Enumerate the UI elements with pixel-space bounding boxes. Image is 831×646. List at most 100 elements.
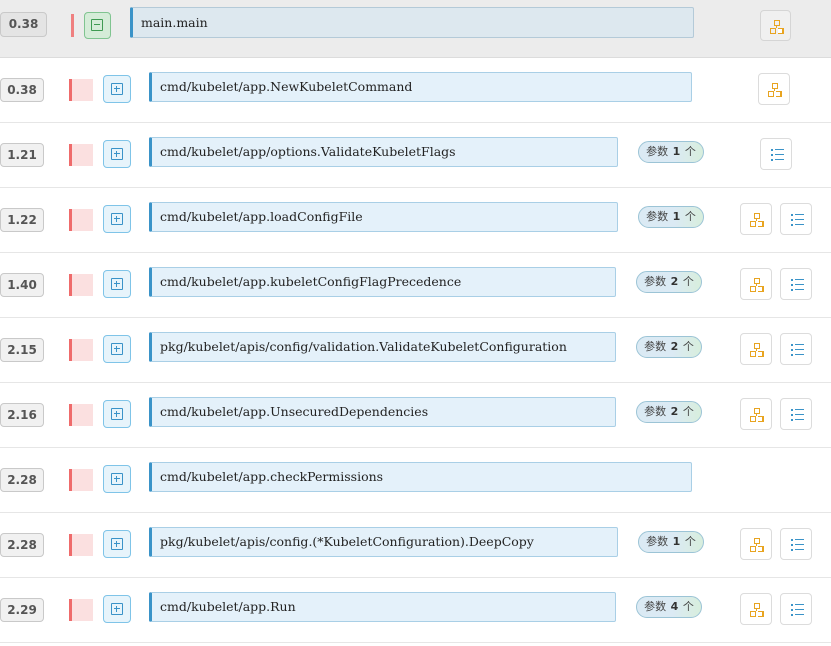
sitemap-icon (756, 348, 757, 351)
list-icon (791, 549, 793, 551)
param-count-badge[interactable]: 参数 4 个 (636, 596, 702, 618)
list-icon (791, 414, 793, 416)
call-tree-button[interactable] (740, 203, 772, 235)
call-row[interactable]: 1.22 cmd/kubelet/app.loadConfigFile 参数 1 个 (0, 188, 831, 253)
call-row[interactable]: 1.21 cmd/kubelet/app/options.ValidateKube… (0, 123, 831, 188)
elapsed-time-badge: 2.29 (0, 598, 44, 622)
function-name[interactable]: cmd/kubelet/app.checkPermissions (149, 462, 692, 492)
collapse-button[interactable] (84, 12, 111, 39)
list-line (795, 614, 804, 615)
sitemap-icon (774, 88, 775, 91)
list-icon (791, 224, 793, 226)
minus-square-icon (91, 19, 103, 31)
call-tree-button[interactable] (740, 333, 772, 365)
function-name[interactable]: cmd/kubelet/app.UnsecuredDependencies (149, 397, 616, 427)
call-row[interactable]: 0.38 cmd/kubelet/app.NewKubeletCommand (0, 58, 831, 123)
duration-marker (71, 14, 74, 37)
param-count-badge[interactable]: 参数 1 个 (638, 531, 704, 553)
duration-marker (69, 144, 93, 166)
plus-square-icon (111, 473, 123, 485)
list-icon (791, 544, 793, 546)
expand-button[interactable] (103, 530, 131, 558)
elapsed-time-badge: 2.28 (0, 468, 44, 492)
expand-button[interactable] (103, 595, 131, 623)
expand-button[interactable] (103, 270, 131, 298)
call-tree-button[interactable] (760, 10, 791, 41)
call-tree-button[interactable] (740, 398, 772, 430)
param-label: 参数 (644, 340, 670, 353)
function-name[interactable]: cmd/kubelet/app.loadConfigFile (149, 202, 618, 232)
param-unit: 个 (679, 405, 694, 418)
detail-button[interactable] (780, 333, 812, 365)
list-line (795, 344, 804, 345)
elapsed-time-badge: 2.16 (0, 403, 44, 427)
param-label: 参数 (644, 405, 670, 418)
call-row[interactable]: 2.29 cmd/kubelet/app.Run 参数 4 个 (0, 578, 831, 643)
list-line (795, 409, 804, 410)
plus-square-icon (111, 538, 123, 550)
call-tree-button[interactable] (740, 528, 772, 560)
detail-button[interactable] (760, 138, 792, 170)
call-tree-button[interactable] (740, 593, 772, 625)
expand-button[interactable] (103, 465, 131, 493)
param-count-badge[interactable]: 参数 2 个 (636, 336, 702, 358)
param-count: 1 (672, 145, 681, 158)
elapsed-time-badge: 2.28 (0, 533, 44, 557)
sitemap-icon (756, 413, 757, 416)
list-line (795, 604, 804, 605)
expand-button[interactable] (103, 205, 131, 233)
call-row[interactable]: 2.16 cmd/kubelet/app.UnsecuredDependencie… (0, 383, 831, 448)
function-name[interactable]: cmd/kubelet/app.NewKubeletCommand (149, 72, 692, 102)
call-row[interactable]: 1.40 cmd/kubelet/app.kubeletConfigFlagPre… (0, 253, 831, 318)
param-count-badge[interactable]: 参数 2 个 (636, 401, 702, 423)
function-name[interactable]: cmd/kubelet/app.Run (149, 592, 616, 622)
sitemap-icon (756, 543, 757, 546)
list-line (795, 419, 804, 420)
detail-button[interactable] (780, 593, 812, 625)
param-count-badge[interactable]: 参数 1 个 (638, 206, 704, 228)
list-icon (771, 154, 773, 156)
call-row[interactable]: 2.15 pkg/kubelet/apis/config/validation.V… (0, 318, 831, 383)
param-count-badge[interactable]: 参数 1 个 (638, 141, 704, 163)
call-row[interactable]: 2.28 pkg/kubelet/apis/config.(*KubeletCon… (0, 513, 831, 578)
function-name[interactable]: pkg/kubelet/apis/config.(*KubeletConfigu… (149, 527, 618, 557)
param-unit: 个 (679, 340, 694, 353)
duration-marker (69, 274, 93, 296)
list-icon (791, 214, 793, 216)
list-line (775, 159, 784, 160)
sitemap-icon (756, 608, 757, 611)
duration-marker (69, 404, 93, 426)
list-icon (791, 279, 793, 281)
param-unit: 个 (679, 275, 694, 288)
expand-button[interactable] (103, 75, 131, 103)
list-icon (791, 409, 793, 411)
expand-button[interactable] (103, 400, 131, 428)
expand-button[interactable] (103, 335, 131, 363)
call-row[interactable]: 2.28 cmd/kubelet/app.checkPermissions (0, 448, 831, 513)
duration-marker (69, 339, 93, 361)
function-name[interactable]: cmd/kubelet/app/options.ValidateKubeletF… (149, 137, 618, 167)
function-name[interactable]: pkg/kubelet/apis/config/validation.Valid… (149, 332, 616, 362)
list-line (795, 214, 804, 215)
call-row[interactable]: 0.38 main.main (0, 0, 831, 58)
call-tree-button[interactable] (758, 73, 790, 105)
elapsed-time-badge: 1.22 (0, 208, 44, 232)
param-count: 1 (672, 535, 681, 548)
detail-button[interactable] (780, 398, 812, 430)
duration-marker (69, 469, 93, 491)
param-unit: 个 (681, 535, 696, 548)
call-trace-list: 0.38 main.main 0.38 cmd/kubelet/app.NewKube… (0, 0, 831, 646)
param-count-badge[interactable]: 参数 2 个 (636, 271, 702, 293)
function-name[interactable]: main.main (130, 7, 694, 38)
expand-button[interactable] (103, 140, 131, 168)
call-tree-button[interactable] (740, 268, 772, 300)
list-icon (791, 609, 793, 611)
detail-button[interactable] (780, 528, 812, 560)
duration-marker (69, 209, 93, 231)
list-icon (791, 349, 793, 351)
list-icon (791, 284, 793, 286)
plus-square-icon (111, 148, 123, 160)
detail-button[interactable] (780, 203, 812, 235)
detail-button[interactable] (780, 268, 812, 300)
function-name[interactable]: cmd/kubelet/app.kubeletConfigFlagPrecede… (149, 267, 616, 297)
